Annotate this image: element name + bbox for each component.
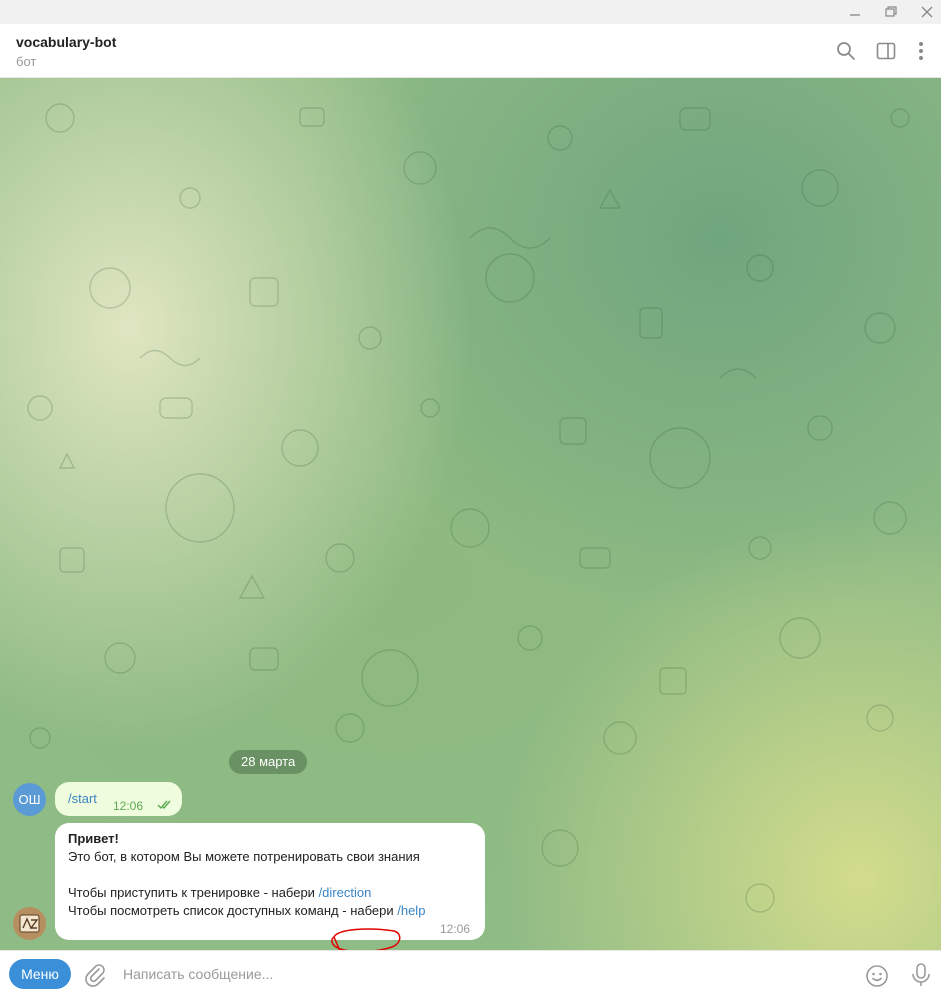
message-text: Чтобы посмотреть список доступных команд… [68,903,398,918]
search-icon[interactable] [834,39,858,63]
direction-command-link[interactable]: /direction [319,885,372,900]
chat-header: vocabulary-bot бот [0,24,941,78]
chat-title[interactable]: vocabulary-bot [16,34,116,50]
message-line: Чтобы посмотреть список доступных команд… [68,903,425,918]
date-separator: 28 марта [229,750,308,774]
minimize-icon[interactable] [842,2,868,22]
microphone-icon[interactable] [909,962,933,988]
compose-bar: Меню [0,950,941,993]
window-titlebar [0,0,941,24]
help-command-link[interactable]: /help [397,903,425,918]
command-link[interactable]: /start [68,791,97,806]
more-vertical-icon[interactable] [909,39,933,63]
menu-button[interactable]: Меню [9,959,71,989]
outgoing-message[interactable]: /start 12:06 [55,782,182,816]
incoming-message[interactable]: Привет! Это бот, в котором Вы можете пот… [55,823,485,950]
bot-avatar-image [13,907,46,940]
message-text: Чтобы приступить к тренировке - набери [68,885,319,900]
wallpaper-pattern [27,103,910,913]
restore-icon[interactable] [878,2,904,22]
bot-avatar[interactable] [13,907,46,940]
chat-subtitle: бот [16,54,37,69]
message-line: Это бот, в котором Вы можете потренирова… [68,849,420,864]
chat-area[interactable]: 28 марта ОШ /start 12:06 Привет! Это бот… [0,78,941,950]
avatar[interactable]: ОШ [13,783,46,816]
message-line: Привет! [68,831,119,846]
attach-icon[interactable] [83,963,107,987]
emoji-icon[interactable] [865,964,889,988]
message-time: 12:06 [113,799,144,813]
red-annotation-circle [331,928,401,950]
message-input[interactable] [115,961,835,987]
read-checkmarks-icon [157,800,171,810]
message-line: Чтобы приступить к тренировке - набери /… [68,885,371,900]
close-icon[interactable] [914,2,940,22]
sidebar-toggle-icon[interactable] [874,39,898,63]
message-time: 12:06 [440,922,471,936]
